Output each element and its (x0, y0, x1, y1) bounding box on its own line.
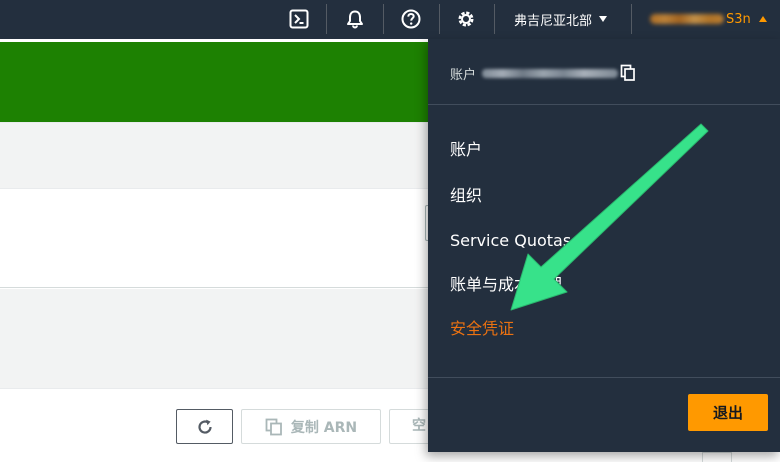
username-suffix: S3n (726, 11, 751, 27)
nav-divider (439, 4, 440, 34)
settings-button[interactable] (452, 6, 480, 32)
account-menu-trigger[interactable]: S3n (650, 0, 767, 38)
nav-divider (383, 4, 384, 34)
copy-icon (265, 418, 282, 435)
caret-up-icon (758, 16, 767, 22)
logout-button[interactable]: 退出 (688, 394, 768, 431)
logout-label: 退出 (712, 404, 743, 422)
menu-item-billing[interactable]: 账单与成本管理 (450, 273, 562, 297)
nav-divider (631, 4, 632, 34)
empty-label: 空 (412, 418, 426, 434)
cloudshell-button[interactable] (285, 6, 313, 32)
notifications-button[interactable] (341, 6, 369, 32)
menu-item-organization[interactable]: 组织 (450, 184, 482, 208)
account-dropdown-menu: 账户 账户 组织 Service Quotas 账单与成本管理 安全凭证 退出 (428, 39, 780, 452)
cloudshell-icon (289, 9, 309, 29)
account-id-row: 账户 (450, 63, 636, 83)
gear-icon (458, 11, 474, 27)
refresh-button[interactable] (176, 409, 233, 444)
region-selector[interactable]: 弗吉尼亚北部 (514, 0, 608, 38)
redacted-username (650, 14, 724, 24)
refresh-icon (197, 419, 212, 434)
bell-icon (347, 10, 363, 29)
caret-down-icon (599, 16, 608, 22)
copy-icon (620, 64, 635, 81)
menu-divider (428, 377, 780, 378)
top-nav-bar: 弗吉尼亚北部 S3n (0, 0, 780, 39)
nav-divider (494, 4, 495, 34)
account-id-label: 账户 (450, 67, 477, 83)
menu-item-service-quotas[interactable]: Service Quotas (450, 229, 571, 253)
help-button[interactable] (397, 6, 425, 32)
partial-control (702, 452, 732, 462)
redacted-account-id (482, 68, 619, 78)
menu-divider (428, 104, 780, 105)
menu-item-account[interactable]: 账户 (450, 138, 482, 162)
help-icon (401, 9, 421, 29)
copy-arn-button[interactable]: 复制 ARN (241, 409, 381, 444)
copy-account-id-button[interactable] (620, 64, 636, 82)
region-label: 弗吉尼亚北部 (514, 13, 593, 29)
copy-arn-label: 复制 ARN (290, 419, 358, 436)
nav-divider (326, 4, 327, 34)
menu-item-security-credentials[interactable]: 安全凭证 (450, 317, 514, 341)
